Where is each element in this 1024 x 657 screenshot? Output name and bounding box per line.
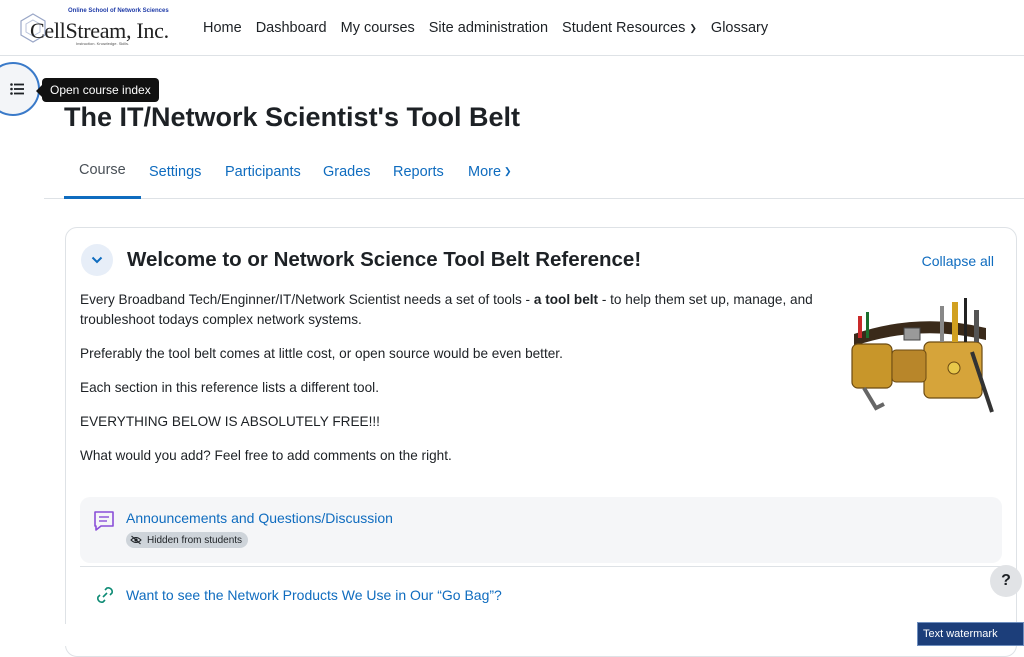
tool-belt-image [851, 298, 994, 413]
section-summary: Every Broadband Tech/Enginner/IT/Network… [80, 290, 825, 480]
nav-home-label: Home [203, 20, 242, 36]
summary-paragraph: Every Broadband Tech/Enginner/IT/Network… [80, 290, 825, 330]
url-link-icon [97, 587, 113, 603]
summary-text: Every Broadband Tech/Enginner/IT/Network… [80, 292, 534, 307]
tab-settings[interactable]: Settings [149, 144, 201, 199]
summary-paragraph: Each section in this reference lists a d… [80, 380, 379, 395]
chevron-down-icon: ❯ [689, 22, 697, 33]
forum-icon [94, 511, 114, 531]
activity-divider [80, 566, 1002, 567]
badge-label: Hidden from students [147, 534, 243, 546]
url-activity-link[interactable]: Want to see the Network Products We Use … [126, 587, 502, 603]
top-navbar: Online School of Network Sciences CellSt… [0, 0, 1024, 56]
hidden-from-students-badge: Hidden from students [126, 532, 249, 548]
tab-settings-label: Settings [149, 163, 202, 180]
tab-course[interactable]: Course [64, 144, 141, 199]
tab-more-label: More [468, 163, 502, 180]
summary-bold-text: a tool belt [533, 292, 599, 307]
nav-home[interactable]: Home [196, 20, 249, 36]
text-watermark: Text watermark [917, 622, 1024, 646]
logo-tagline: Online School of Network Sciences [68, 8, 169, 14]
forum-activity-link[interactable]: Announcements and Questions/Discussion [126, 510, 393, 526]
url-activity: Want to see the Network Products We Use … [80, 568, 1002, 624]
primary-navigation: Home Dashboard My courses Site administr… [196, 0, 775, 56]
summary-paragraph: EVERYTHING BELOW IS ABSOLUTELY FREE!!! [80, 414, 380, 429]
help-button[interactable]: ? [990, 565, 1022, 597]
nav-glossary[interactable]: Glossary [704, 20, 775, 36]
tab-participants-label: Participants [225, 163, 301, 180]
list-icon [10, 83, 24, 95]
collapse-all-link[interactable]: Collapse all [922, 253, 994, 269]
nav-my-courses[interactable]: My courses [334, 20, 422, 36]
page-title: The IT/Network Scientist's Tool Belt [64, 102, 520, 132]
nav-dashboard-label: Dashboard [255, 20, 327, 36]
tab-grades[interactable]: Grades [323, 144, 371, 199]
nav-site-administration-label: Site administration [428, 20, 549, 36]
tab-more[interactable]: More ❯ [468, 144, 512, 199]
nav-student-resources[interactable]: Student Resources ❯ [555, 20, 704, 36]
nav-my-courses-label: My courses [340, 20, 415, 36]
nav-glossary-label: Glossary [710, 20, 769, 36]
nav-dashboard[interactable]: Dashboard [249, 20, 334, 36]
nav-student-resources-label: Student Resources [562, 20, 686, 36]
tab-grades-label: Grades [323, 163, 371, 180]
forum-activity: Announcements and Questions/Discussion H… [80, 497, 1002, 563]
eye-slash-icon [130, 535, 142, 545]
nav-site-administration[interactable]: Site administration [422, 20, 555, 36]
course-section-card: Welcome to or Network Science Tool Belt … [65, 227, 1017, 657]
tab-course-label: Course [79, 162, 126, 178]
tab-reports-label: Reports [393, 163, 444, 180]
site-logo[interactable]: Online School of Network Sciences CellSt… [16, 6, 169, 50]
tab-participants[interactable]: Participants [225, 144, 301, 199]
chevron-down-icon: ❯ [504, 166, 512, 176]
chevron-down-icon [91, 256, 103, 264]
course-index-tooltip: Open course index [36, 78, 159, 102]
section-title: Welcome to or Network Science Tool Belt … [127, 248, 642, 271]
course-secondary-navigation: Course Settings Participants Grades Repo… [44, 144, 1024, 199]
summary-paragraph: Preferably the tool belt comes at little… [80, 346, 563, 361]
summary-paragraph: What would you add? Feel free to add com… [80, 448, 452, 463]
page-bottom-area [0, 624, 1024, 646]
tab-reports[interactable]: Reports [393, 144, 444, 199]
course-index-toggle-button[interactable] [0, 62, 40, 116]
section-collapse-button[interactable] [81, 244, 113, 276]
logo-motto: Instruction. Knowledge. Skills. [76, 41, 130, 46]
